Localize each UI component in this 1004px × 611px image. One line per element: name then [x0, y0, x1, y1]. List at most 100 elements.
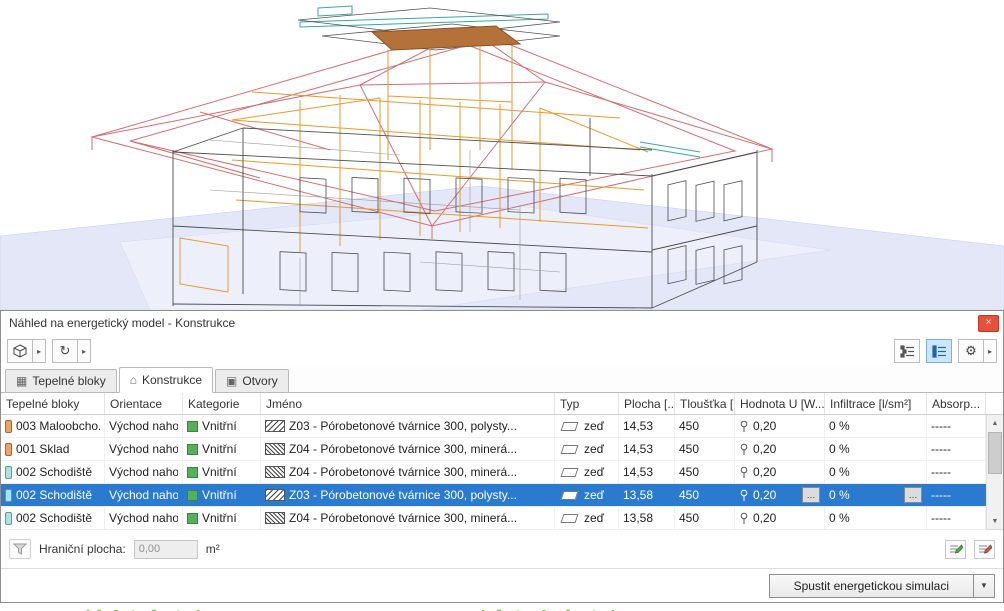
- column-header-9[interactable]: Absorp...: [927, 393, 986, 414]
- category-color-icon: [187, 421, 198, 432]
- unit-label: m²: [206, 542, 220, 556]
- absorption-value: -----: [931, 511, 951, 525]
- scrollbar-track[interactable]: [987, 431, 1003, 513]
- absorption-value: -----: [931, 465, 951, 479]
- material-hatch-icon: [265, 512, 285, 524]
- material-hatch-icon: [265, 443, 285, 455]
- thermal-block-label: 001 Sklad: [16, 442, 69, 456]
- u-value-icon: [739, 443, 749, 456]
- boundary-area-input[interactable]: [134, 540, 198, 559]
- column-header-0[interactable]: Tepelné bloky: [1, 393, 105, 414]
- refresh-icon: ↻: [60, 343, 71, 359]
- column-header-2[interactable]: Kategorie: [183, 393, 261, 414]
- scroll-down-icon: ▼: [992, 518, 999, 525]
- wall-type-icon: [561, 422, 579, 431]
- vertical-scrollbar[interactable]: ▲ ▼: [986, 415, 1003, 529]
- absorption-value: -----: [931, 442, 951, 456]
- category-color-icon: [187, 490, 198, 501]
- orientation-label: Východ nahor...: [109, 488, 178, 502]
- column-header-3[interactable]: Jméno: [261, 393, 555, 414]
- 3d-display-flyout-arrow[interactable]: ▸: [33, 339, 46, 363]
- column-header-6[interactable]: Tloušťka [...: [675, 393, 735, 414]
- scroll-down-button[interactable]: ▼: [987, 513, 1003, 529]
- tree-view-button[interactable]: [894, 339, 920, 363]
- table-row[interactable]: 003 Maloobcho... Východ nahor... Vnitřní…: [1, 415, 986, 438]
- u-value-icon: [739, 420, 749, 433]
- flyout-arrow-icon: ▸: [988, 347, 992, 356]
- thickness-value: 450: [679, 419, 699, 433]
- table-row[interactable]: 002 Schodiště Východ nahor... Vnitřní Z0…: [1, 461, 986, 484]
- orientation-label: Východ nahor...: [109, 465, 178, 479]
- table-row[interactable]: 001 Sklad Východ nahor... Vnitřní Z04 - …: [1, 438, 986, 461]
- constructions-table: Tepelné blokyOrientaceKategorieJménoTypP…: [1, 393, 1003, 530]
- update-model-button[interactable]: ↻: [52, 339, 78, 363]
- tab-otvory[interactable]: ▣ Otvory: [215, 369, 289, 392]
- column-header-1[interactable]: Orientace: [105, 393, 183, 414]
- run-simulation-dropdown[interactable]: ▼: [974, 574, 995, 598]
- type-label: zeď: [584, 511, 604, 525]
- infiltration-value: 0 %: [829, 465, 850, 479]
- u-value-icon: [739, 512, 749, 525]
- dropdown-arrow-icon: ▼: [980, 581, 988, 590]
- material-hatch-icon: [265, 466, 285, 478]
- material-hatch-icon: [265, 489, 285, 501]
- column-header-8[interactable]: Infiltrace [l/sm²]: [825, 393, 927, 414]
- material-hatch-icon: [265, 420, 285, 432]
- u-value: 0,20: [753, 419, 776, 433]
- u-value-options-button[interactable]: …: [802, 487, 820, 503]
- category-color-icon: [187, 467, 198, 478]
- u-value: 0,20: [753, 442, 776, 456]
- column-header-5[interactable]: Plocha [...: [619, 393, 675, 414]
- 3d-display-button[interactable]: [7, 339, 33, 363]
- close-button[interactable]: ×: [978, 315, 999, 332]
- tab-tepelne-bloky[interactable]: ▦ Tepelné bloky: [5, 369, 117, 392]
- infiltration-options-button[interactable]: …: [904, 487, 922, 503]
- 3d-model-view[interactable]: [0, 0, 1004, 310]
- thermal-block-label: 002 Schodiště: [16, 488, 92, 502]
- list-view-button[interactable]: [926, 339, 952, 363]
- construction-name-label: Z03 - Pórobetonové tvárnice 300, polysty…: [289, 419, 517, 433]
- funnel-icon: [13, 543, 27, 555]
- settings-button[interactable]: ⚙: [958, 339, 984, 363]
- update-model-flyout-arrow[interactable]: ▸: [78, 339, 91, 363]
- ellipsis-icon: …: [807, 491, 816, 500]
- absorption-value: -----: [931, 419, 951, 433]
- filter-button[interactable]: [9, 539, 31, 559]
- category-label: Vnitřní: [202, 465, 237, 479]
- infiltration-value: 0 %: [829, 419, 850, 433]
- scrollbar-thumb[interactable]: [988, 432, 1002, 474]
- panel-bottombar: Spustit energetickou simulaci ▼: [1, 568, 1003, 602]
- area-value: 14,53: [623, 442, 653, 456]
- table-row[interactable]: 002 Schodiště Východ nahor... Vnitřní Z0…: [1, 484, 986, 507]
- area-value: 13,58: [623, 511, 653, 525]
- wireframe-drawing: [0, 0, 1004, 310]
- edit-selected-button[interactable]: [974, 540, 995, 559]
- background-drawing-strip: [0, 603, 1004, 611]
- panel-toolbar: ▸ ↻ ▸: [1, 335, 1003, 367]
- scroll-up-button[interactable]: ▲: [987, 415, 1003, 431]
- column-header-4[interactable]: Typ: [555, 393, 619, 414]
- tab-konstrukce[interactable]: ⌂ Konstrukce: [119, 367, 213, 393]
- thermal-block-color-chip: [5, 443, 12, 456]
- u-value-icon: [739, 466, 749, 479]
- settings-flyout-arrow[interactable]: ▸: [984, 339, 997, 363]
- thermal-block-color-chip: [5, 420, 12, 433]
- thickness-value: 450: [679, 442, 699, 456]
- wall-type-icon: [561, 468, 579, 477]
- u-value: 0,20: [753, 488, 776, 502]
- area-value: 14,53: [623, 465, 653, 479]
- openings-icon: ▣: [226, 374, 237, 388]
- column-header-7[interactable]: Hodnota U [W...: [735, 393, 825, 414]
- thickness-value: 450: [679, 511, 699, 525]
- wall-type-icon: [561, 491, 579, 500]
- category-color-icon: [187, 513, 198, 524]
- tab-label: Otvory: [242, 374, 277, 388]
- type-label: zeď: [584, 465, 604, 479]
- construction-name-label: Z03 - Pórobetonové tvárnice 300, polysty…: [289, 488, 517, 502]
- pencil-green-icon: [949, 543, 963, 556]
- table-row[interactable]: 002 Schodiště Východ nahor... Vnitřní Z0…: [1, 507, 986, 530]
- orientation-label: Východ nahor...: [109, 511, 178, 525]
- table-header-row: Tepelné blokyOrientaceKategorieJménoTypP…: [1, 393, 1003, 415]
- edit-values-button[interactable]: [945, 540, 966, 559]
- run-simulation-button[interactable]: Spustit energetickou simulaci: [769, 574, 974, 598]
